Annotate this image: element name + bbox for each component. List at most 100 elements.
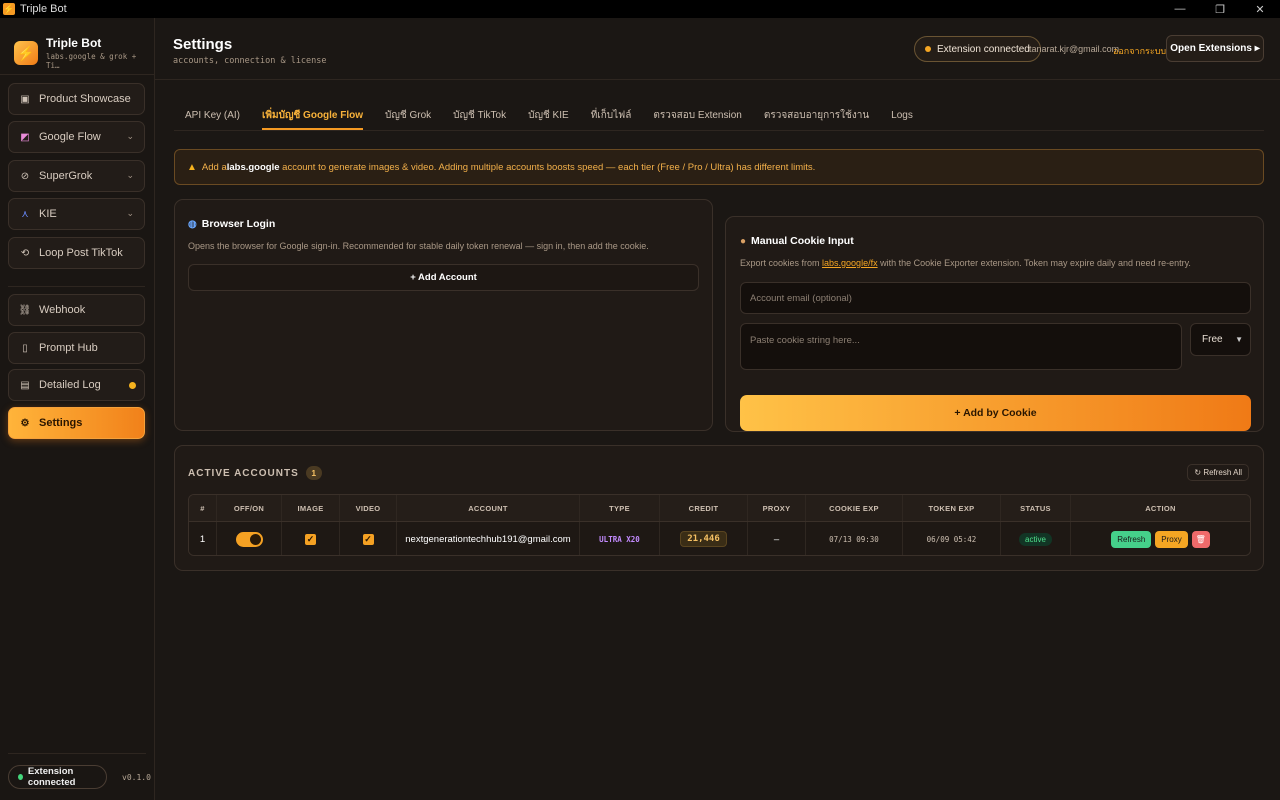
desc-text: with the Cookie Exporter extension. Toke… [877,258,1191,268]
bolt-icon: ⚡ [14,41,38,65]
warning-icon: ▲ [187,161,197,173]
brand: ⚡ Triple Bot labs.google & grok + Ti… [14,36,154,70]
tab-logs[interactable]: Logs [880,100,924,130]
sidebar-item-detailed-log[interactable]: ▤ Detailed Log [8,369,145,401]
notice-text-before: Add a [201,161,227,173]
column-header: ACCOUNT [397,495,580,521]
cookie-string-field[interactable]: Paste cookie string here... [740,323,1182,370]
open-extensions-button[interactable]: Open Extensions ▸ [1166,35,1264,62]
bolt-icon: ⚡ [3,3,15,15]
brand-subtitle: labs.google & grok + Ti… [45,52,137,70]
column-header: COOKIE EXP [806,495,903,521]
globe-icon: ◍ [188,218,197,230]
labs-google-link[interactable]: labs.google/fx [822,258,878,268]
tier-select[interactable]: Free ▼ [1190,323,1251,356]
add-account-button[interactable]: + Add Account [188,264,699,291]
refresh-all-button[interactable]: ↻ Refresh All [1187,464,1249,481]
account-enable-toggle[interactable] [235,531,263,547]
proxy-button[interactable]: Proxy [1155,530,1188,548]
accounts-table: # OFF/ON IMAGE VIDEO ACCOUNT TYPE CREDIT… [188,494,1251,556]
sidebar-item-prompt-hub[interactable]: ▯ Prompt Hub [8,332,145,364]
status-badge: active [1019,532,1052,546]
accounts-count-badge: 1 [305,466,322,480]
page-subtitle: accounts, connection & license [173,56,327,66]
refresh-button[interactable]: Refresh [1111,530,1152,548]
divider [8,753,146,754]
tab-check-extension[interactable]: ตรวจสอบ Extension [642,100,753,130]
tab-api-key[interactable]: API Key (AI) [174,100,251,130]
sidebar-item-supergrok[interactable]: ⊘ SuperGrok ⌄ [8,160,145,192]
sidebar-item-label: Prompt Hub [39,342,98,354]
restore-icon[interactable]: ❐ [1200,0,1240,18]
row-index: 1 [189,522,217,555]
tab-grok[interactable]: บัญชี Grok [374,100,442,130]
page-header: Settings accounts, connection & license … [155,18,1280,80]
kie-icon: ⋏ [21,208,29,220]
sidebar-item-label: KIE [39,208,57,220]
chevron-down-icon: ▼ [1235,335,1243,344]
sidebar-item-kie[interactable]: ⋏ KIE ⌄ [8,198,145,230]
column-header: OFF/ON [217,495,282,521]
window-controls: — ❐ ✕ [1160,0,1280,18]
credit-badge: 21,446 [680,531,727,547]
manual-cookie-title: Manual Cookie Input [751,235,854,247]
minimize-icon[interactable]: — [1160,0,1200,18]
tab-file-storage[interactable]: ที่เก็บไฟล์ [580,100,643,130]
product-icon: ▣ [20,93,30,105]
add-by-cookie-button[interactable]: + Add by Cookie [740,395,1251,431]
window-titlebar: ⚡ Triple Bot — ❐ ✕ [0,0,1280,18]
notice-text-bold: labs.google [226,161,280,173]
tier-select-value: Free [1202,334,1223,345]
tab-google-flow[interactable]: เพิ่มบัญชี Google Flow [251,100,374,130]
notification-dot [129,382,136,389]
link-icon: ⛓ [18,304,32,316]
header-extension-status-text: Extension connected [937,43,1030,55]
sidebar-item-webhook[interactable]: ⛓ Webhook [8,294,145,326]
notice-text-after: account to generate images & video. Addi… [279,161,816,173]
column-header: VIDEO [340,495,397,521]
flow-icon: ◩ [20,131,30,143]
image-checkbox[interactable]: ✓ [305,533,316,545]
sidebar-item-product-showcase[interactable]: ▣ Product Showcase [8,83,145,115]
sidebar-item-google-flow[interactable]: ◩ Google Flow ⌄ [8,121,145,153]
cookie-exp-cell: 07/13 09:30 [806,522,903,555]
extension-status-text: Extension connected [27,766,76,788]
status-cell: active [1001,522,1071,555]
page-title: Settings [173,36,233,53]
account-email-field[interactable]: Account email (optional) [740,282,1251,314]
logout-link[interactable]: ออกจากระบบ [1113,44,1166,58]
manual-cookie-desc: Export cookies from labs.google/fx with … [740,258,1191,268]
trash-icon[interactable]: 🗑 [1191,530,1210,548]
sidebar-item-label: Webhook [39,304,86,316]
sidebar-item-label: Settings [39,417,83,429]
sidebar-item-label: Google Flow [39,131,101,143]
account-email: nextgenerationtechhub191@gmail.com [397,522,580,555]
sidebar-item-label: SuperGrok [39,170,93,182]
info-notice: ▲ Add a labs.google account to generate … [174,149,1264,185]
browser-login-desc: Opens the browser for Google sign-in. Re… [188,241,649,251]
video-checkbox[interactable]: ✓ [362,533,374,545]
sidebar-item-loop-post-tiktok[interactable]: ⟲ Loop Post TikTok [8,237,145,269]
video-cell: ✓ [340,522,397,555]
divider [174,130,1264,131]
column-header: # [189,495,217,521]
column-header: STATUS [1001,495,1071,521]
accounts-title-text: ACTIVE ACCOUNTS [188,467,299,479]
close-icon[interactable]: ✕ [1240,0,1280,18]
settings-tabs: API Key (AI) เพิ่มบัญชี Google Flow บัญช… [174,100,924,130]
tab-kie[interactable]: บัญชี KIE [517,100,580,130]
tab-tiktok[interactable]: บัญชี TikTok [442,100,517,130]
enable-cell [217,522,282,555]
user-email: tanarat.kjr@gmail.com [1029,44,1120,54]
tab-check-license[interactable]: ตรวจสอบอายุการใช้งาน [753,100,880,130]
sidebar-item-settings[interactable]: ⚙ Settings [8,407,145,439]
chevron-down-icon: ⌄ [126,208,134,218]
cookie-exp-value: 07/13 09:30 [829,534,879,544]
token-exp-cell: 06/09 05:42 [903,522,1001,555]
loop-icon: ⟲ [20,247,30,259]
status-dot-icon [925,46,931,52]
column-header: CREDIT [660,495,748,521]
proxy-value: – [748,522,806,555]
header-extension-status: Extension connected [914,36,1041,62]
action-cell: Refresh Proxy 🗑 [1071,522,1250,555]
